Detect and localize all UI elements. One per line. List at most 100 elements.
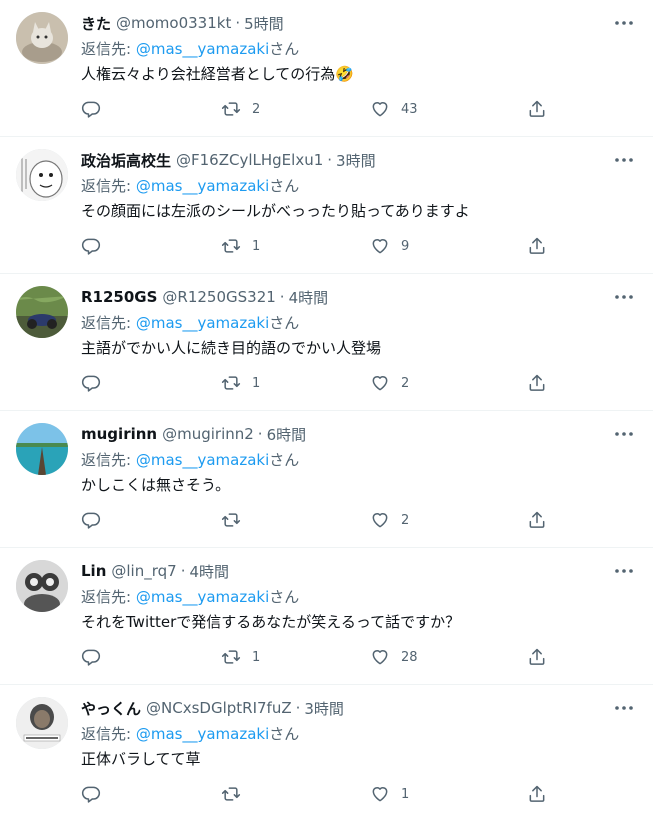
share-button[interactable]	[527, 644, 547, 670]
tweet-header: 政治垢高校生 @F16ZCylLHgElxu1 · 3時間	[81, 149, 593, 171]
display-name[interactable]: mugirinn	[81, 425, 157, 443]
user-handle[interactable]: @mugirinn2	[162, 425, 254, 443]
tweet-text: 正体バラしてて草	[81, 750, 201, 768]
action-bar: 1 2	[81, 370, 551, 396]
heart-icon	[372, 239, 388, 254]
tweet-text: それをTwitterで発信するあなたが笑えるって話ですか？	[81, 613, 461, 631]
retweet-button[interactable]: 1	[221, 233, 260, 259]
retweet-button[interactable]: 2	[221, 96, 260, 122]
honorific: さん	[269, 725, 300, 743]
heart-icon	[372, 376, 388, 391]
avatar[interactable]	[16, 12, 68, 64]
reply-button[interactable]	[81, 96, 112, 122]
reply-button[interactable]	[81, 233, 112, 259]
more-icon[interactable]	[613, 562, 635, 580]
reply-icon	[81, 512, 101, 529]
heart-icon	[372, 787, 388, 802]
reply-button[interactable]	[81, 644, 112, 670]
mention-link[interactable]: @mas__yamazaki	[136, 725, 269, 743]
share-button[interactable]	[527, 233, 547, 259]
separator-dot: ·	[257, 425, 263, 443]
mention-link[interactable]: @mas__yamazaki	[136, 451, 269, 469]
retweet-button[interactable]: 1	[221, 370, 260, 396]
reply-button[interactable]	[81, 507, 112, 533]
share-button[interactable]	[527, 96, 547, 122]
user-handle[interactable]: @lin_rq7	[111, 562, 176, 580]
like-button[interactable]: 43	[370, 96, 418, 122]
like-button[interactable]: 2	[370, 507, 409, 533]
reply-tweet[interactable]: 政治垢高校生 @F16ZCylLHgElxu1 · 3時間 返信先: @mas_…	[0, 137, 653, 274]
retweet-count: 1	[252, 649, 261, 665]
user-handle[interactable]: @F16ZCylLHgElxu1	[176, 151, 323, 169]
action-bar: 1 28	[81, 644, 551, 670]
retweet-icon	[221, 102, 241, 116]
tweet-text: かしこくは無さそう。	[81, 476, 231, 494]
retweet-button[interactable]: 1	[221, 644, 260, 670]
like-button[interactable]: 1	[370, 781, 409, 807]
honorific: さん	[269, 588, 300, 606]
mention-link[interactable]: @mas__yamazaki	[136, 588, 269, 606]
reply-tweet[interactable]: mugirinn @mugirinn2 · 6時間 返信先: @mas__yam…	[0, 411, 653, 548]
mention-link[interactable]: @mas__yamazaki	[136, 40, 269, 58]
replying-to: 返信先: @mas__yamazakiさん	[81, 38, 299, 59]
like-button[interactable]: 2	[370, 370, 409, 396]
replying-to-label: 返信先:	[81, 314, 136, 332]
share-button[interactable]	[527, 507, 547, 533]
timestamp[interactable]: 6時間	[267, 424, 307, 445]
timestamp[interactable]: 3時間	[336, 150, 376, 171]
timestamp[interactable]: 3時間	[304, 698, 344, 719]
user-handle[interactable]: @NCxsDGlptRI7fuZ	[146, 699, 292, 717]
timestamp[interactable]: 4時間	[289, 287, 329, 308]
like-button[interactable]: 9	[370, 233, 409, 259]
share-icon	[529, 100, 545, 117]
retweet-icon	[221, 650, 241, 664]
replying-to: 返信先: @mas__yamazakiさん	[81, 586, 299, 607]
share-button[interactable]	[527, 781, 547, 807]
reply-tweet[interactable]: Lin @lin_rq7 · 4時間 返信先: @mas__yamazakiさん…	[0, 548, 653, 685]
more-icon[interactable]	[613, 14, 635, 32]
retweet-button[interactable]	[221, 781, 252, 807]
like-button[interactable]: 28	[370, 644, 418, 670]
heart-icon	[372, 513, 388, 528]
reply-tweet[interactable]: やっくん @NCxsDGlptRI7fuZ · 3時間 返信先: @mas__y…	[0, 685, 653, 817]
timestamp[interactable]: 5時間	[244, 13, 284, 34]
user-handle[interactable]: @momo0331kt	[116, 14, 231, 32]
more-icon[interactable]	[613, 699, 635, 717]
reply-button[interactable]	[81, 781, 112, 807]
display-name[interactable]: きた	[81, 13, 111, 34]
avatar[interactable]	[16, 423, 68, 475]
replying-to-label: 返信先:	[81, 451, 136, 469]
replying-to: 返信先: @mas__yamazakiさん	[81, 175, 299, 196]
share-button[interactable]	[527, 370, 547, 396]
retweet-icon	[221, 239, 241, 253]
retweet-button[interactable]	[221, 507, 252, 533]
display-name[interactable]: Lin	[81, 562, 106, 580]
heart-icon	[372, 650, 388, 665]
more-icon[interactable]	[613, 425, 635, 443]
mention-link[interactable]: @mas__yamazaki	[136, 314, 269, 332]
reply-tweet[interactable]: きた @momo0331kt · 5時間 返信先: @mas__yamazaki…	[0, 0, 653, 137]
more-icon[interactable]	[613, 151, 635, 169]
replying-to: 返信先: @mas__yamazakiさん	[81, 312, 299, 333]
avatar[interactable]	[16, 286, 68, 338]
reply-button[interactable]	[81, 370, 112, 396]
timestamp[interactable]: 4時間	[189, 561, 229, 582]
display-name[interactable]: 政治垢高校生	[81, 150, 171, 171]
reply-tweet[interactable]: R1250GS @R1250GS321 · 4時間 返信先: @mas__yam…	[0, 274, 653, 411]
retweet-count: 1	[252, 238, 261, 254]
retweet-icon	[221, 376, 241, 390]
retweet-icon	[221, 787, 241, 801]
display-name[interactable]: やっくん	[81, 698, 141, 719]
avatar[interactable]	[16, 697, 68, 749]
retweet-icon	[221, 513, 241, 527]
reply-feed: きた @momo0331kt · 5時間 返信先: @mas__yamazaki…	[0, 0, 653, 817]
user-handle[interactable]: @R1250GS321	[162, 288, 275, 306]
replying-to-label: 返信先:	[81, 177, 136, 195]
mention-link[interactable]: @mas__yamazaki	[136, 177, 269, 195]
display-name[interactable]: R1250GS	[81, 288, 157, 306]
avatar[interactable]	[16, 149, 68, 201]
reply-icon	[81, 101, 101, 118]
retweet-count: 1	[252, 375, 261, 391]
more-icon[interactable]	[613, 288, 635, 306]
avatar[interactable]	[16, 560, 68, 612]
